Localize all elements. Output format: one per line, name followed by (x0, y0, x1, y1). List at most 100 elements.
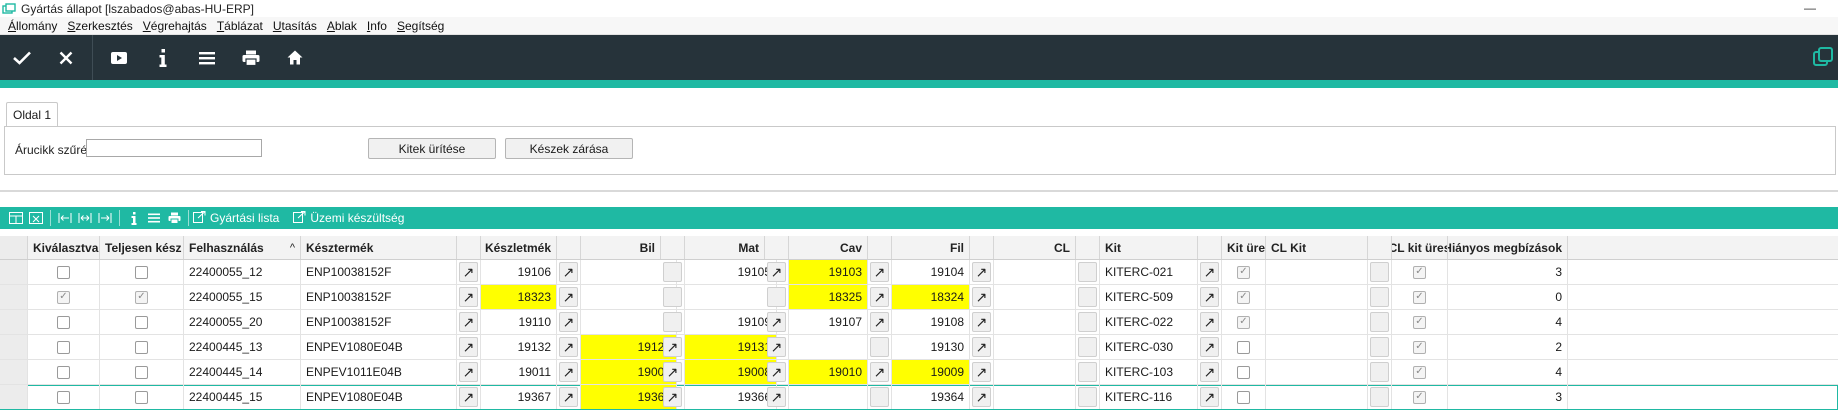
table-row[interactable]: 22400445_15 ENPEV1080E04B ↗ 19367 ↗ 19365 ↗ 193… (0, 385, 1838, 410)
info-icon[interactable] (141, 35, 185, 80)
keszterm-link-button[interactable]: ↗ (459, 312, 478, 332)
fil-link-button[interactable]: ↗ (972, 362, 991, 382)
select-checkbox[interactable] (57, 365, 70, 379)
row-header[interactable] (0, 335, 28, 359)
col-header-bil[interactable]: Bil (581, 236, 661, 259)
kit-link-button[interactable]: ↗ (1200, 262, 1219, 282)
completed-checkbox[interactable]: ✓ (135, 290, 148, 304)
mat-link-button[interactable]: ↗ (767, 337, 786, 357)
row-header[interactable] (0, 285, 28, 309)
cl-kit-button[interactable] (1370, 287, 1389, 307)
fil-link-button[interactable]: ↗ (972, 387, 991, 407)
mat-link-button[interactable]: ↗ (767, 387, 786, 407)
bil-link-button[interactable]: ↗ (663, 387, 682, 407)
kit-empty-checkbox[interactable] (1237, 390, 1250, 404)
close-ready-button[interactable]: Készek zárása (505, 138, 633, 159)
check-icon[interactable] (0, 35, 44, 80)
keszterm-link-button[interactable]: ↗ (459, 362, 478, 382)
row-header[interactable] (0, 385, 28, 409)
production-list-button[interactable]: Gyártási lista (193, 210, 279, 226)
select-checkbox[interactable] (57, 315, 70, 329)
col-header-keszletmek[interactable]: Készletmék (481, 236, 557, 259)
cl-kit-empty-checkbox[interactable]: ✓ (1413, 290, 1426, 304)
completed-checkbox[interactable] (135, 340, 148, 354)
x-icon[interactable] (44, 35, 88, 80)
kit-empty-checkbox[interactable]: ✓ (1237, 265, 1250, 279)
bil-button[interactable] (663, 262, 682, 282)
kit-empty-checkbox[interactable] (1237, 340, 1250, 354)
clear-kits-button[interactable]: Kitek ürítése (368, 138, 496, 159)
completed-checkbox[interactable] (135, 365, 148, 379)
cl-kit-empty-checkbox[interactable]: ✓ (1413, 265, 1426, 279)
kit-empty-checkbox[interactable]: ✓ (1237, 290, 1250, 304)
kit-link-button[interactable]: ↗ (1200, 287, 1219, 307)
kit-empty-checkbox[interactable]: ✓ (1237, 315, 1250, 329)
col-header-kit[interactable]: Kit (1100, 236, 1198, 259)
col-header-kit-ures[interactable]: Kit üres (1222, 236, 1266, 259)
kit-link-button[interactable]: ↗ (1200, 337, 1219, 357)
col-header-hianyos[interactable]: Hiányos megbízások (1448, 236, 1568, 259)
row-header[interactable] (0, 310, 28, 334)
info-icon[interactable] (124, 209, 144, 227)
col-header-mat[interactable]: Mat (685, 236, 765, 259)
row-header[interactable] (0, 260, 28, 284)
cl-button[interactable] (1078, 337, 1097, 357)
add-row-icon[interactable] (6, 209, 26, 227)
plant-readiness-button[interactable]: Üzemi készültség (293, 210, 404, 226)
col-header-cl-kit-ures[interactable]: CL kit üres (1392, 236, 1448, 259)
home-icon[interactable] (273, 35, 317, 80)
cl-button[interactable] (1078, 287, 1097, 307)
keszletmek-link-button[interactable]: ↗ (559, 312, 578, 332)
menu-item[interactable]: Utasítás (273, 19, 317, 33)
cav-link-button[interactable]: ↗ (870, 287, 889, 307)
menu-item[interactable]: Végrehajtás (143, 19, 207, 33)
kit-link-button[interactable]: ↗ (1200, 387, 1219, 407)
mat-button[interactable] (767, 287, 786, 307)
fil-link-button[interactable]: ↗ (972, 287, 991, 307)
column-right-icon[interactable] (95, 209, 115, 227)
menu-item[interactable]: Info (367, 19, 387, 33)
keszterm-link-button[interactable]: ↗ (459, 287, 478, 307)
cav-link-button[interactable]: ↗ (870, 362, 889, 382)
table-row[interactable]: 22400055_12 ENP10038152F ↗ 19106 ↗ 19105 ↗ 1910… (0, 260, 1838, 285)
fil-link-button[interactable]: ↗ (972, 312, 991, 332)
printer-icon[interactable] (164, 209, 184, 227)
col-header-keszterm[interactable]: Késztermék (301, 236, 457, 259)
select-checkbox[interactable] (57, 340, 70, 354)
bil-link-button[interactable]: ↗ (663, 337, 682, 357)
col-header-cav[interactable]: Cav (789, 236, 868, 259)
column-left-icon[interactable] (55, 209, 75, 227)
col-header-teljesen-kesz[interactable]: Teljesen kész (100, 236, 184, 259)
keszletmek-link-button[interactable]: ↗ (559, 362, 578, 382)
cl-button[interactable] (1078, 387, 1097, 407)
item-filter-input[interactable] (86, 139, 262, 157)
keszletmek-link-button[interactable]: ↗ (559, 337, 578, 357)
fil-link-button[interactable]: ↗ (972, 337, 991, 357)
cl-kit-button[interactable] (1370, 312, 1389, 332)
kit-empty-checkbox[interactable] (1237, 365, 1250, 379)
table-row[interactable]: 22400445_13 ENPEV1080E04B ↗ 19132 ↗ 19129 ↗ 191… (0, 335, 1838, 360)
cl-kit-button[interactable] (1370, 387, 1389, 407)
select-checkbox[interactable] (57, 390, 70, 404)
kit-link-button[interactable]: ↗ (1200, 362, 1219, 382)
mat-link-button[interactable]: ↗ (767, 262, 786, 282)
mat-link-button[interactable]: ↗ (767, 362, 786, 382)
minimize-button[interactable]: — (1804, 1, 1816, 15)
window-switch-icon[interactable] (1812, 46, 1834, 68)
completed-checkbox[interactable] (135, 315, 148, 329)
keszletmek-link-button[interactable]: ↗ (559, 262, 578, 282)
tab-oldal-1[interactable]: Oldal 1 (6, 102, 58, 126)
completed-checkbox[interactable] (135, 265, 148, 279)
cl-kit-empty-checkbox[interactable]: ✓ (1413, 365, 1426, 379)
cl-button[interactable] (1078, 312, 1097, 332)
table-row[interactable]: 22400055_20 ENP10038152F ↗ 19110 ↗ 19109 ↗ 1910… (0, 310, 1838, 335)
bil-button[interactable] (663, 287, 682, 307)
fil-link-button[interactable]: ↗ (972, 262, 991, 282)
cl-kit-button[interactable] (1370, 337, 1389, 357)
hamburger-icon[interactable] (185, 35, 229, 80)
cl-kit-button[interactable] (1370, 262, 1389, 282)
menu-item[interactable]: Szerkesztés (67, 19, 132, 33)
col-header-felhasznalas[interactable]: Felhasználás ^ (184, 236, 301, 259)
mat-link-button[interactable]: ↗ (767, 312, 786, 332)
cl-button[interactable] (1078, 362, 1097, 382)
